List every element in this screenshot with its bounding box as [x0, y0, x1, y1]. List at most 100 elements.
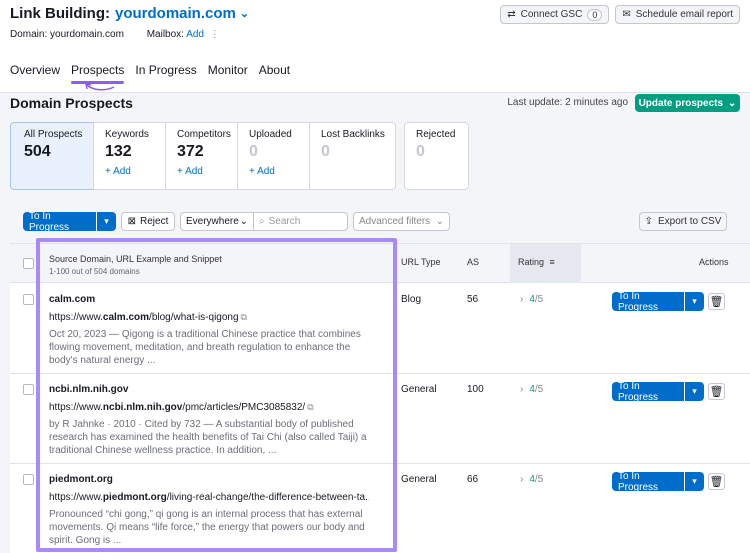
- chevron-right-icon[interactable]: ›: [520, 384, 523, 395]
- mailbox-add-link[interactable]: Add: [186, 29, 204, 40]
- add-keywords-link[interactable]: + Add: [105, 166, 165, 177]
- trash-icon[interactable]: 🗑: [708, 473, 725, 490]
- chevron-down-icon[interactable]: ▾: [96, 212, 116, 231]
- row-url[interactable]: https://www.piedmont.org/living-real-cha…: [49, 492, 369, 503]
- col-url-type[interactable]: URL Type: [401, 257, 441, 267]
- col-source-count: 1-100 out of 504 domains: [49, 267, 140, 276]
- table-header: Source Domain, URL Example and Snippet 1…: [10, 244, 750, 283]
- row-url[interactable]: https://www.calm.com/blog/what-is-qigong…: [49, 312, 369, 323]
- row-as: 100: [467, 384, 484, 395]
- card-value: 0: [249, 143, 258, 160]
- card-value: 504: [24, 143, 51, 160]
- chevron-right-icon[interactable]: ›: [520, 294, 523, 305]
- search-input[interactable]: ⌕ Search: [254, 212, 348, 231]
- curved-arrow-icon: [85, 83, 115, 91]
- tab-about[interactable]: About: [259, 63, 290, 82]
- reject-label: Reject: [140, 216, 169, 227]
- export-label: Export to CSV: [658, 216, 722, 227]
- domain-selector[interactable]: yourdomain.com: [115, 5, 236, 22]
- add-competitors-link[interactable]: + Add: [177, 166, 237, 177]
- export-csv-button[interactable]: ⇪ Export to CSV: [639, 212, 727, 231]
- row-to-in-progress-button[interactable]: To In Progress: [612, 291, 684, 313]
- row-rating[interactable]: › 4/5: [520, 474, 543, 485]
- url-domain: calm.com: [102, 312, 150, 323]
- external-link-icon[interactable]: ⧉: [241, 312, 247, 322]
- sort-icon[interactable]: ≡: [550, 257, 555, 267]
- row-checkbox[interactable]: [23, 474, 34, 485]
- scope-select[interactable]: Everywhere ⌄: [180, 212, 254, 231]
- to-in-progress-split-button: To In Progress ▾: [23, 211, 116, 233]
- col-rating[interactable]: Rating ≡: [518, 257, 555, 267]
- chevron-down-icon: ⌄: [728, 97, 737, 109]
- top-header: Link Building: yourdomain.com ⌄ Domain: …: [0, 0, 750, 93]
- row-domain[interactable]: piedmont.org: [49, 474, 113, 485]
- chevron-right-icon[interactable]: ›: [520, 474, 523, 485]
- row-to-in-progress-button[interactable]: To In Progress: [612, 381, 684, 403]
- card-value: 0: [321, 143, 330, 160]
- chevron-down-icon[interactable]: ▾: [684, 292, 704, 311]
- card-rejected[interactable]: Rejected 0: [404, 122, 469, 190]
- row-domain[interactable]: calm.com: [49, 294, 95, 305]
- row-url-type: General: [401, 474, 437, 485]
- row-as: 66: [467, 474, 479, 485]
- to-in-progress-button[interactable]: To In Progress: [23, 211, 96, 233]
- row-checkbox[interactable]: [23, 294, 34, 305]
- row-rating[interactable]: › 4/5: [520, 294, 543, 305]
- connect-gsc-label: Connect GSC: [520, 9, 583, 20]
- mail-icon: ✉: [622, 9, 631, 20]
- row-url[interactable]: https://www.ncbi.nlm.nih.gov/pmc/article…: [49, 402, 369, 413]
- card-label: All Prospects: [24, 129, 83, 140]
- card-label: Rejected: [416, 129, 456, 140]
- row-domain[interactable]: ncbi.nlm.nih.gov: [49, 384, 128, 395]
- card-value: 132: [105, 143, 132, 160]
- connect-gsc-button[interactable]: ⇄ Connect GSC 0: [500, 5, 610, 24]
- export-icon: ⇪: [644, 216, 654, 227]
- select-all-checkbox[interactable]: [23, 258, 34, 269]
- url-prefix: https://www.: [49, 492, 103, 503]
- card-competitors[interactable]: Competitors 372 + Add: [165, 122, 238, 190]
- scope-value: Everywhere: [186, 216, 239, 227]
- url-domain: piedmont.org: [102, 492, 167, 503]
- tab-in-progress[interactable]: In Progress: [135, 63, 196, 82]
- url-prefix: https://www.: [49, 402, 103, 413]
- update-prospects-button[interactable]: Update prospects ⌄: [635, 94, 740, 112]
- trash-icon[interactable]: 🗑: [708, 383, 725, 400]
- tab-overview[interactable]: Overview: [10, 63, 60, 82]
- last-update-text: Last update: 2 minutes ago: [507, 97, 628, 108]
- card-value: 0: [416, 143, 425, 160]
- row-checkbox[interactable]: [23, 384, 34, 395]
- chevron-down-icon[interactable]: ⌄: [240, 7, 249, 20]
- chevron-down-icon: ⌄: [435, 216, 444, 227]
- table-row: piedmont.org https://www.piedmont.org/li…: [10, 464, 750, 553]
- col-rating-label: Rating: [518, 257, 545, 267]
- row-to-in-progress-button[interactable]: To In Progress: [612, 471, 684, 493]
- domain-info: Domain: yourdomain.com Mailbox: Add ⋮: [10, 29, 220, 40]
- card-uploaded[interactable]: Uploaded 0 + Add: [237, 122, 310, 190]
- search-placeholder: Search: [268, 216, 301, 227]
- row-action-split-button: To In Progress ▾: [612, 291, 704, 313]
- card-all-prospects[interactable]: All Prospects 504: [10, 122, 94, 190]
- external-link-icon[interactable]: ⧉: [307, 402, 313, 412]
- reject-button[interactable]: ⊠ Reject: [121, 212, 175, 231]
- card-lost-backlinks[interactable]: Lost Backlinks 0: [309, 122, 396, 190]
- url-path: /blog/what-is-qigong: [149, 312, 239, 323]
- schedule-email-button[interactable]: ✉ Schedule email report: [615, 5, 740, 24]
- trash-icon[interactable]: 🗑: [708, 293, 725, 310]
- row-action-split-button: To In Progress ▾: [612, 381, 704, 403]
- update-prospects-label: Update prospects: [638, 97, 724, 109]
- card-keywords[interactable]: Keywords 132 + Add: [93, 122, 166, 190]
- add-uploaded-link[interactable]: + Add: [249, 166, 309, 177]
- chevron-down-icon[interactable]: ▾: [684, 472, 704, 491]
- row-snippet: by R Jahnke · 2010 · Cited by 732 — A su…: [49, 419, 367, 456]
- row-rating[interactable]: › 4/5: [520, 384, 543, 395]
- advanced-filters-select[interactable]: Advanced filters ⌄: [353, 212, 450, 231]
- col-as[interactable]: AS: [467, 257, 479, 267]
- tab-prospects[interactable]: Prospects: [71, 63, 125, 84]
- rating-max: /5: [534, 294, 544, 305]
- title-label: Link Building:: [10, 5, 110, 22]
- row-snippet: Oct 20, 2023 — Qigong is a traditional C…: [49, 329, 361, 366]
- tab-monitor[interactable]: Monitor: [208, 63, 248, 82]
- main-content: Domain Prospects Last update: 2 minutes …: [0, 93, 750, 553]
- chevron-down-icon[interactable]: ▾: [684, 382, 704, 401]
- info-icon[interactable]: ⋮: [210, 29, 220, 40]
